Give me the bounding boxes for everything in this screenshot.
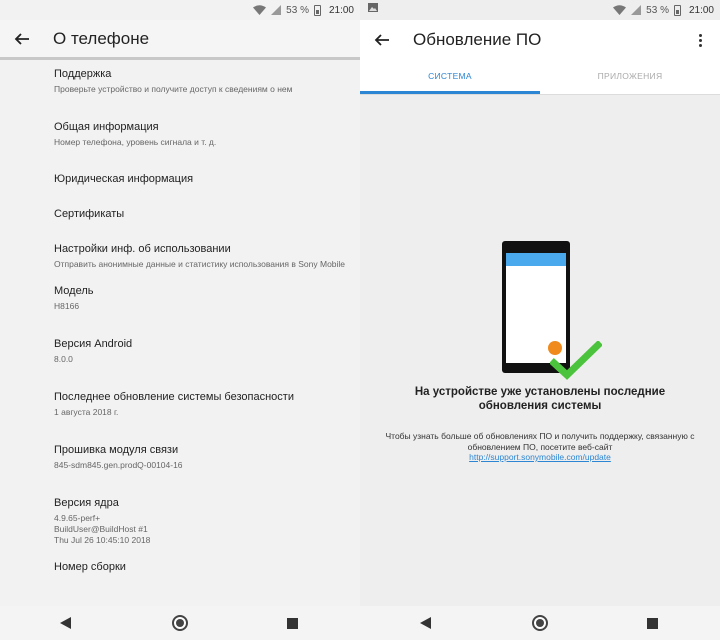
square-recent-icon[interactable] (287, 618, 298, 629)
list-item-certificates[interactable]: Сертификаты (0, 207, 360, 221)
list-item-support[interactable]: Поддержка Проверьте устройство и получит… (0, 67, 360, 95)
app-bar: О телефоне (0, 20, 360, 60)
software-update-screen: 53 % 21:00 Обновление ПО СИСТЕМА ПРИЛОЖЕ… (360, 0, 720, 640)
clock: 21:00 (328, 4, 354, 16)
battery-icon (313, 4, 321, 16)
back-button[interactable] (2, 19, 42, 59)
support-link[interactable]: http://support.sonymobile.com/update (469, 452, 611, 462)
list-item-android-version[interactable]: Версия Android 8.0.0 (0, 337, 360, 365)
item-title: Версия Android (54, 338, 133, 350)
list-item-general-info[interactable]: Общая информация Номер телефона, уровень… (0, 120, 360, 148)
item-title: Версия ядра (54, 497, 119, 509)
triangle-back-icon[interactable] (60, 617, 71, 629)
tab-apps[interactable]: ПРИЛОЖЕНИЯ (540, 60, 720, 94)
about-phone-screen: 53 % 21:00 О телефоне Поддержка Проверьт… (0, 0, 360, 640)
settings-list: Поддержка Проверьте устройство и получит… (0, 62, 360, 606)
item-title: Номер сборки (54, 561, 126, 573)
page-title: Обновление ПО (413, 30, 542, 49)
item-subtitle: 8.0.0 (54, 354, 73, 364)
image-icon (368, 3, 378, 12)
home-circle-icon[interactable] (172, 615, 188, 631)
home-circle-icon[interactable] (532, 615, 548, 631)
status-bar: 53 % 21:00 (360, 0, 720, 20)
checkmark-icon (550, 341, 602, 380)
square-recent-icon[interactable] (647, 618, 658, 629)
item-title: Модель (54, 285, 94, 297)
status-bar: 53 % 21:00 (0, 0, 360, 20)
wifi-icon (613, 5, 627, 15)
item-title: Сертификаты (54, 208, 125, 220)
page-title: О телефоне (53, 28, 150, 48)
item-title: Поддержка (54, 68, 112, 80)
list-item-model[interactable]: Модель H8166 (0, 284, 360, 312)
item-title: Настройки инф. об использовании (54, 243, 231, 255)
item-title: Юридическая информация (54, 173, 194, 185)
back-button[interactable] (362, 20, 402, 60)
more-vert-icon[interactable] (688, 28, 712, 52)
signal-icon (271, 5, 282, 15)
nav-bar (360, 606, 720, 640)
phone-header-bar (506, 253, 566, 266)
battery-percent: 53 % (646, 4, 669, 16)
battery-percent: 53 % (286, 4, 309, 16)
item-subtitle: Проверьте устройство и получите доступ к… (54, 84, 293, 94)
tab-bar: СИСТЕМА ПРИЛОЖЕНИЯ (360, 60, 720, 95)
update-message-body: Чтобы узнать больше об обновлениях ПО и … (360, 431, 720, 463)
clock: 21:00 (688, 4, 714, 16)
tab-system[interactable]: СИСТЕМА (360, 60, 540, 94)
item-subtitle: 1 августа 2018 г. (54, 407, 119, 417)
item-subtitle: Номер телефона, уровень сигнала и т. д. (54, 137, 217, 147)
update-message-title: На устройстве уже установлены последние … (414, 386, 666, 412)
arrow-left-icon (14, 32, 29, 45)
item-subtitle: Отправить анонимные данные и статистику … (54, 259, 346, 269)
item-title: Последнее обновление системы безопасност… (54, 391, 294, 403)
triangle-back-icon[interactable] (420, 617, 431, 629)
list-item-legal[interactable]: Юридическая информация (0, 172, 360, 186)
list-item-kernel[interactable]: Версия ядра 4.9.65-perf+ BuildUser@Build… (0, 496, 360, 546)
item-subtitle: 845-sdm845.gen.prodQ-00104-16 (54, 460, 183, 470)
list-item-security-patch[interactable]: Последнее обновление системы безопасност… (0, 390, 360, 418)
wifi-icon (253, 5, 267, 15)
list-item-usage-settings[interactable]: Настройки инф. об использовании Отправит… (0, 242, 360, 270)
list-item-baseband[interactable]: Прошивка модуля связи 845-sdm845.gen.pro… (0, 443, 360, 471)
battery-icon (673, 4, 681, 16)
app-bar: Обновление ПО (360, 20, 720, 60)
list-item-build-number[interactable]: Номер сборки (0, 560, 360, 574)
update-message-text: Чтобы узнать больше об обновлениях ПО и … (385, 431, 695, 452)
arrow-left-icon (374, 34, 389, 46)
item-title: Прошивка модуля связи (54, 444, 179, 456)
item-title: Общая информация (54, 121, 159, 133)
item-subtitle: H8166 (54, 301, 80, 311)
nav-bar (0, 606, 360, 640)
signal-icon (631, 5, 642, 15)
update-status-panel: На устройстве уже установлены последние … (360, 95, 720, 606)
item-subtitle: 4.9.65-perf+ BuildUser@BuildHost #1 Thu … (54, 513, 151, 545)
